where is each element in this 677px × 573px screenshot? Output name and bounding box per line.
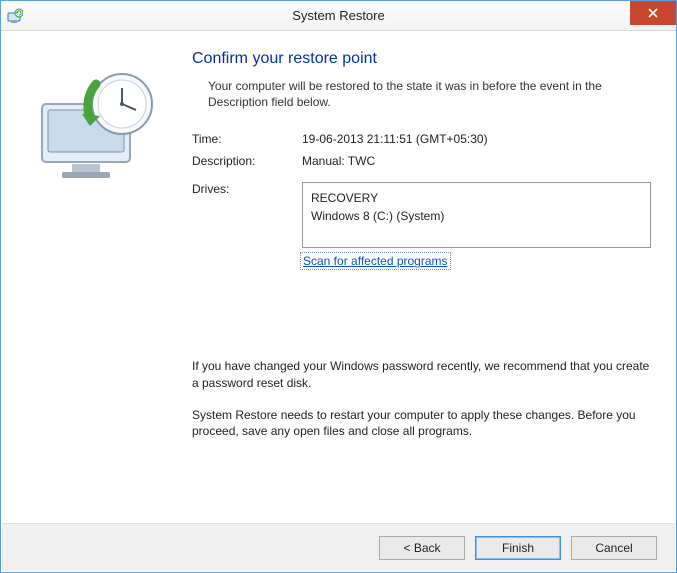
system-restore-icon (24, 64, 164, 184)
row-scan-link: Scan for affected programs (192, 254, 651, 268)
main-row: Confirm your restore point Your computer… (2, 32, 675, 523)
drive-item: RECOVERY (311, 189, 642, 207)
app-icon (7, 8, 23, 24)
close-icon (648, 8, 658, 18)
scan-affected-programs-link[interactable]: Scan for affected programs (302, 254, 449, 268)
drives-list: RECOVERY Windows 8 (C:) (System) (302, 182, 651, 248)
cancel-button[interactable]: Cancel (571, 536, 657, 560)
icon-column (2, 50, 192, 523)
drive-item: Windows 8 (C:) (System) (311, 207, 642, 225)
description-label: Description: (192, 154, 302, 168)
row-description: Description: Manual: TWC (192, 154, 651, 168)
window-title: System Restore (1, 8, 676, 23)
back-button[interactable]: < Back (379, 536, 465, 560)
titlebar: System Restore (1, 1, 676, 31)
time-label: Time: (192, 132, 302, 146)
page-heading: Confirm your restore point (192, 50, 651, 68)
row-time: Time: 19-06-2013 21:11:51 (GMT+05:30) (192, 132, 651, 146)
finish-button[interactable]: Finish (475, 536, 561, 560)
body-column: Confirm your restore point Your computer… (192, 50, 651, 523)
close-button[interactable] (630, 1, 676, 25)
time-value: 19-06-2013 21:11:51 (GMT+05:30) (302, 132, 651, 146)
row-drives: Drives: RECOVERY Windows 8 (C:) (System) (192, 182, 651, 248)
warning-password: If you have changed your Windows passwor… (192, 358, 651, 390)
intro-text: Your computer will be restored to the st… (192, 78, 651, 110)
button-bar: < Back Finish Cancel (2, 523, 675, 571)
content-area: Confirm your restore point Your computer… (2, 32, 675, 571)
drives-label: Drives: (192, 182, 302, 248)
description-value: Manual: TWC (302, 154, 651, 168)
warning-restart: System Restore needs to restart your com… (192, 407, 651, 439)
